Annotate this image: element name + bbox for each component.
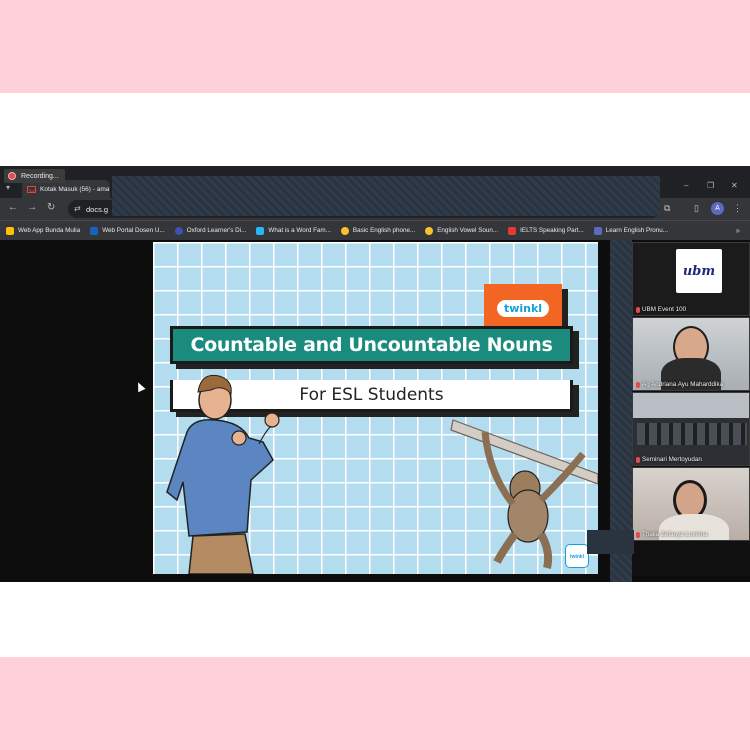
participant-name: Seminari Mertoyudan [636, 456, 702, 463]
bookmark-label: Basic English phone... [352, 227, 416, 234]
participant-name-label: Seminari Mertoyudan [642, 456, 702, 463]
mic-muted-icon [636, 306, 640, 313]
more-menu-icon[interactable]: ⋮ [733, 203, 742, 214]
participant-tile[interactable]: Thalia Zefanya Loveina [632, 467, 750, 541]
blurred-region [112, 176, 660, 216]
bookmark-item[interactable]: IELTS Speaking Part... [508, 226, 584, 235]
presentation-area: twinkl Countable and Uncountable Nouns F… [0, 240, 750, 582]
bookmark-item[interactable]: Basic English phone... [340, 226, 416, 235]
recording-label: Recording... [21, 172, 59, 180]
extensions-icon[interactable]: ⧉ [664, 203, 670, 214]
pink-border-bottom [0, 657, 750, 750]
bookmark-item[interactable]: Learn English Pronu... [593, 226, 669, 235]
slide: twinkl Countable and Uncountable Nouns F… [153, 242, 598, 574]
screen-capture: ▾ Kotak Masuk (56) - ama Recording... – … [0, 166, 750, 582]
boy-illustration [166, 374, 280, 574]
site-icon [593, 226, 602, 235]
mic-muted-icon [636, 456, 640, 463]
site-icon [256, 226, 265, 235]
photo-frame: ▾ Kotak Masuk (56) - ama Recording... – … [0, 0, 750, 750]
bookmark-label: Web Portal Dosen U... [102, 227, 165, 234]
slide-illustration [166, 374, 598, 574]
site-icon [174, 226, 183, 235]
tab-title: Kotak Masuk (56) - ama [40, 185, 110, 193]
site-icon [425, 226, 434, 235]
pink-border-top [0, 0, 750, 93]
recording-indicator: Recording... [4, 169, 65, 183]
reload-icon[interactable]: ↻ [47, 203, 55, 213]
bookmark-item[interactable]: Web Portal Dosen U... [90, 226, 165, 235]
minimize-icon[interactable]: – [684, 181, 688, 190]
bookmark-label: Web App Bunda Mulia [18, 227, 81, 234]
participant-name-label: UBM Event 100 [642, 306, 687, 313]
forward-icon[interactable]: → [27, 203, 37, 213]
record-icon [8, 172, 16, 180]
bookmark-label: What is a Word Fam... [268, 227, 331, 234]
participant-name-label: Ag Andriana Ayu Maharddika [642, 381, 724, 388]
folder-icon [6, 226, 14, 235]
twinkl-badge-icon: twinkl [565, 544, 589, 568]
side-panel-icon[interactable]: ▯ [694, 203, 699, 214]
bookmark-label: Learn English Pronu... [605, 227, 669, 234]
white-border-top [0, 93, 750, 166]
participant-name: Thalia Zefanya Loveina [636, 531, 707, 538]
profile-avatar[interactable]: A [711, 202, 724, 215]
bookmarks-bar: Web App Bunda Mulia Web Portal Dosen U..… [0, 220, 750, 240]
site-icon [340, 226, 349, 235]
bookmark-label: IELTS Speaking Part... [520, 227, 584, 234]
restore-icon[interactable]: ❐ [707, 181, 714, 190]
white-border-bottom [0, 582, 750, 657]
ubm-logo: ubm [676, 249, 722, 293]
mouse-cursor-icon [134, 380, 146, 393]
bookmark-item[interactable]: Web App Bunda Mulia [6, 226, 81, 235]
participant-name-label: Thalia Zefanya Loveina [642, 531, 708, 538]
back-icon[interactable]: ← [8, 203, 18, 213]
participant-name: Ag Andriana Ayu Maharddika [636, 381, 723, 388]
mic-muted-icon [636, 381, 640, 388]
mic-muted-icon [636, 531, 640, 538]
logo-text: ubm [682, 263, 716, 279]
more-bookmarks-icon[interactable]: » [736, 226, 740, 235]
site-icon [90, 226, 99, 235]
site-settings-icon[interactable]: ⇄ [74, 204, 81, 213]
bookmark-label: English Vowel Soun... [437, 227, 499, 234]
close-icon[interactable]: ✕ [731, 181, 738, 190]
participant-tile[interactable]: Ag Andriana Ayu Maharddika [632, 317, 750, 391]
bookmark-item[interactable]: Oxford Learner's Di... [174, 226, 247, 235]
bookmark-label: Oxford Learner's Di... [186, 227, 247, 234]
participants-panel: ubm UBM Event 100 Ag Andriana Ayu Mahard… [632, 242, 750, 576]
participant-name: UBM Event 100 [636, 306, 686, 313]
tab-search-icon[interactable]: ▾ [6, 183, 10, 192]
site-icon [508, 226, 517, 235]
participant-video [637, 423, 747, 445]
blurred-region [587, 530, 634, 554]
url-text: docs.g [86, 205, 109, 214]
participant-tile[interactable]: ubm UBM Event 100 [632, 242, 750, 316]
gmail-icon [27, 185, 36, 193]
bookmark-item[interactable]: English Vowel Soun... [425, 226, 499, 235]
participant-tile[interactable]: Seminari Mertoyudan [632, 392, 750, 466]
bookmark-item[interactable]: What is a Word Fam... [256, 226, 331, 235]
